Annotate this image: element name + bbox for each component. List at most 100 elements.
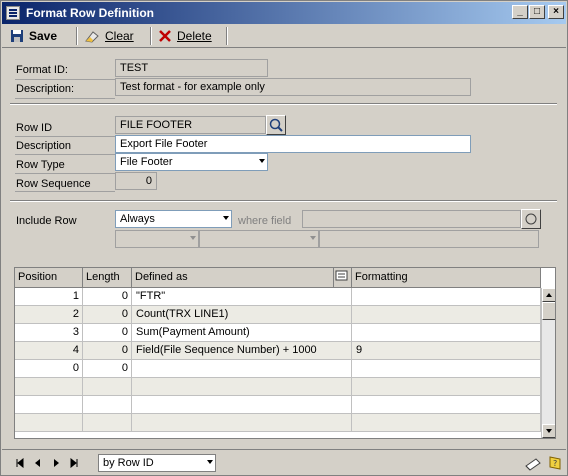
position-cell[interactable]: 1 — [15, 288, 83, 306]
expand-icon — [335, 270, 348, 281]
where-field-lookup-button[interactable] — [521, 209, 541, 229]
label-underline — [15, 191, 115, 192]
row-sequence-label: Row Sequence — [16, 178, 91, 190]
chevron-down-icon — [190, 236, 196, 240]
scroll-thumb[interactable] — [542, 302, 555, 320]
format-description-field: Test format - for example only — [115, 78, 471, 96]
label-underline — [15, 154, 115, 155]
length-cell[interactable]: 0 — [83, 324, 132, 342]
row-type-value: File Footer — [120, 156, 173, 168]
row-id-label: Row ID — [16, 122, 53, 134]
formatting-cell[interactable] — [352, 288, 541, 306]
row-sequence-field: 0 — [115, 172, 157, 190]
chevron-down-icon — [310, 236, 316, 240]
column-header-formatting[interactable]: Formatting — [352, 268, 541, 288]
position-cell[interactable]: 4 — [15, 342, 83, 360]
footer-bar: by Row ID ? — [2, 449, 566, 475]
lookup-icon — [269, 118, 283, 132]
row-type-dropdown[interactable]: File Footer — [115, 153, 268, 171]
save-label: Save — [29, 29, 58, 43]
column-header-defined-as[interactable]: Defined as — [132, 268, 334, 288]
label-underline — [15, 173, 115, 174]
format-row-definition-window: Format Row Definition _ □ × Save Clear D… — [0, 0, 568, 476]
first-record-button[interactable] — [14, 457, 26, 469]
include-row-dropdown[interactable]: Always — [115, 210, 232, 228]
position-cell[interactable]: 2 — [15, 306, 83, 324]
length-cell[interactable]: 0 — [83, 342, 132, 360]
defined-as-cell[interactable]: Sum(Payment Amount) — [132, 324, 352, 342]
clear-icon — [85, 31, 99, 43]
row-id-lookup-button[interactable] — [266, 115, 286, 135]
section-divider — [10, 103, 557, 105]
defined-as-cell[interactable]: Count(TRX LINE1) — [132, 306, 352, 324]
formatting-cell[interactable] — [352, 414, 541, 432]
length-cell[interactable]: 0 — [83, 306, 132, 324]
delete-icon — [159, 30, 171, 42]
format-id-field: TEST — [115, 59, 268, 77]
toolbar-separator — [226, 27, 228, 45]
clear-label: Clear — [105, 29, 134, 43]
column-header-position[interactable]: Position — [15, 268, 83, 288]
condition-dropdown — [115, 230, 199, 248]
formatting-cell[interactable] — [352, 378, 541, 396]
title-bar: Format Row Definition _ □ × — [2, 2, 566, 24]
help-button[interactable]: ? — [546, 454, 564, 472]
sort-order-value: by Row ID — [103, 457, 154, 469]
formatting-cell[interactable] — [352, 324, 541, 342]
last-record-button[interactable] — [68, 457, 80, 469]
vertical-scrollbar[interactable] — [541, 288, 555, 438]
scroll-up-button[interactable] — [542, 288, 555, 302]
scroll-down-button[interactable] — [542, 424, 555, 438]
expand-column-button[interactable] — [334, 268, 352, 288]
position-cell[interactable]: 0 — [15, 360, 83, 378]
position-cell[interactable]: 3 — [15, 324, 83, 342]
sort-order-dropdown[interactable]: by Row ID — [98, 454, 216, 472]
column-header-length[interactable]: Length — [83, 268, 132, 288]
save-button[interactable]: Save — [10, 27, 57, 45]
formatting-cell[interactable] — [352, 306, 541, 324]
formatting-cell[interactable] — [352, 360, 541, 378]
defined-as-cell[interactable]: Field(File Sequence Number) + 1000 — [132, 342, 352, 360]
next-record-button[interactable] — [50, 457, 62, 469]
app-icon — [6, 6, 20, 20]
clear-button[interactable]: Clear — [84, 27, 134, 45]
length-cell[interactable]: 0 — [83, 360, 132, 378]
format-id-label: Format ID: — [16, 64, 68, 76]
row-description-field[interactable]: Export File Footer — [115, 135, 471, 153]
minimize-button[interactable]: _ — [512, 5, 528, 19]
defined-as-cell[interactable] — [132, 360, 352, 378]
defined-as-cell[interactable] — [132, 378, 352, 396]
defined-as-cell[interactable] — [132, 396, 352, 414]
where-field-label: where field — [238, 215, 292, 227]
note-button[interactable] — [524, 454, 542, 472]
operator-dropdown — [199, 230, 319, 248]
next-icon — [54, 459, 59, 467]
maximize-button[interactable]: □ — [529, 5, 545, 19]
formatting-cell[interactable] — [352, 396, 541, 414]
condition-value-field — [319, 230, 539, 248]
chevron-down-icon — [207, 460, 213, 464]
label-underline — [15, 79, 115, 80]
include-row-label: Include Row — [16, 215, 77, 227]
first-icon — [16, 458, 24, 468]
length-cell[interactable] — [83, 396, 132, 414]
length-cell[interactable] — [83, 414, 132, 432]
position-cell[interactable] — [15, 396, 83, 414]
position-cell[interactable] — [15, 378, 83, 396]
row-fields-grid: Position Length Defined as Formatting 10… — [14, 267, 556, 439]
length-cell[interactable]: 0 — [83, 288, 132, 306]
defined-as-cell[interactable]: "FTR" — [132, 288, 352, 306]
row-type-label: Row Type — [16, 159, 65, 171]
position-cell[interactable] — [15, 414, 83, 432]
close-button[interactable]: × — [548, 5, 564, 19]
previous-record-button[interactable] — [32, 457, 44, 469]
length-cell[interactable] — [83, 378, 132, 396]
delete-button[interactable]: Delete — [158, 27, 212, 45]
formatting-cell[interactable]: 9 — [352, 342, 541, 360]
toolbar-separator — [76, 27, 78, 45]
defined-as-cell[interactable] — [132, 414, 352, 432]
previous-icon — [35, 459, 40, 467]
expand-icon — [525, 213, 537, 225]
toolbar-separator — [150, 27, 152, 45]
toolbar: Save Clear Delete — [2, 24, 566, 48]
